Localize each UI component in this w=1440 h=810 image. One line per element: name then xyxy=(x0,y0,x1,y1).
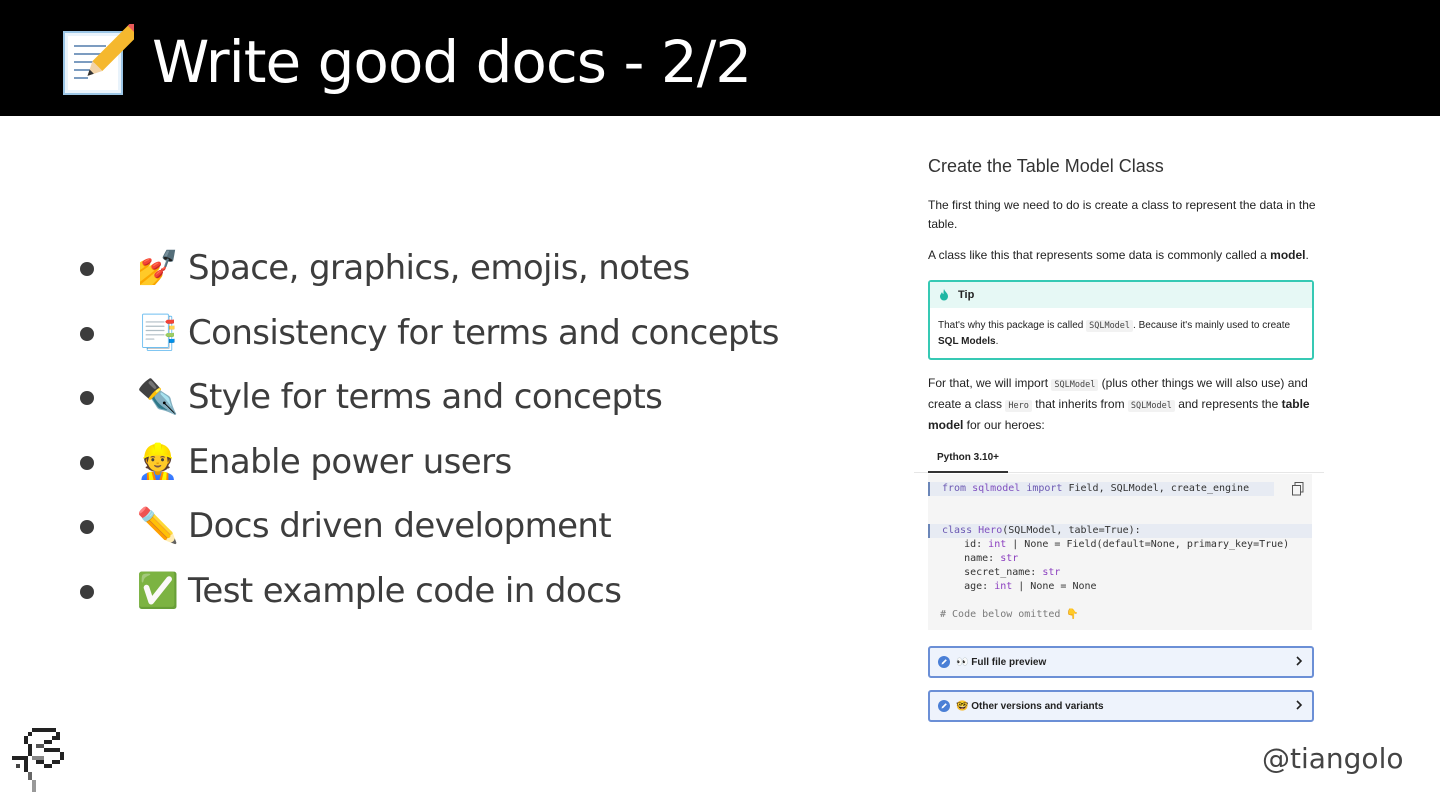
inline-code: SQLModel xyxy=(1051,379,1099,391)
doc-paragraph-3: For that, we will import SQLModel (plus … xyxy=(928,374,1320,435)
bookmark-tabs-icon: 📑 xyxy=(136,312,180,353)
code-text: age: xyxy=(940,581,995,592)
full-file-preview-toggle[interactable]: 👀 Full file preview xyxy=(928,646,1314,678)
code-line: class Hero(SQLModel, table=True): xyxy=(928,524,1312,538)
bold-text: SQL Models xyxy=(938,336,996,347)
doc-heading: Create the Table Model Class xyxy=(928,156,1164,176)
text: For that, we will import xyxy=(928,376,1052,390)
fire-icon xyxy=(940,289,948,301)
code-tabs: Python 3.10+ xyxy=(914,444,1324,473)
full-file-preview-label: 👀 Full file preview xyxy=(956,656,1047,668)
tip-admonition: Tip That's why this package is called SQ… xyxy=(928,280,1314,360)
text: . xyxy=(995,336,999,347)
tip-body: That's why this package is called SQLMod… xyxy=(930,308,1312,359)
inline-code: Hero xyxy=(1005,400,1032,412)
bullet-text: Docs driven development xyxy=(188,506,612,547)
bullet-text: Consistency for terms and concepts xyxy=(188,312,779,353)
bullet-dot xyxy=(80,584,94,599)
code-line: secret_name: str xyxy=(928,566,1312,580)
fountain-pen-icon: ✒️ xyxy=(136,377,180,418)
type-name: str xyxy=(1000,553,1019,564)
code-comment: # Code below omitted 👇 xyxy=(940,609,1079,620)
class-name: Hero xyxy=(978,525,1003,536)
doc-paragraph-2: A class like this that represents some d… xyxy=(928,246,1320,265)
bullet-dot xyxy=(80,391,94,406)
nail-polish-icon: 💅 xyxy=(136,248,180,288)
code-line: id: int | None = Field(default=None, pri… xyxy=(928,538,1312,552)
bullet-dot xyxy=(80,326,94,341)
keyword: from xyxy=(942,483,967,494)
code-text: id: xyxy=(940,539,989,550)
bullet-text: Test example code in docs xyxy=(188,570,622,611)
bullet-dot xyxy=(80,455,94,470)
type-name: int xyxy=(994,581,1013,592)
title-bar: Write good docs - 2/2 xyxy=(0,0,1440,116)
check-mark-icon: ✅ xyxy=(136,570,180,611)
other-versions-toggle[interactable]: 🤓 Other versions and variants xyxy=(928,690,1314,722)
code-text: | None = None xyxy=(1012,581,1097,592)
chevron-right-icon xyxy=(1296,656,1303,666)
text: . Because it's mainly used to create xyxy=(1133,320,1291,331)
other-versions-label: 🤓 Other versions and variants xyxy=(956,700,1104,712)
code-text: secret_name: xyxy=(940,567,1043,578)
code-text: | None = Field(default=None, primary_key… xyxy=(1006,539,1290,550)
code-text: (SQLModel, table=True): xyxy=(1002,525,1141,536)
bold-text: model xyxy=(1270,248,1306,262)
type-name: int xyxy=(988,539,1007,550)
inline-code: SQLModel xyxy=(1127,400,1175,412)
pencil-icon xyxy=(938,656,950,668)
docs-screenshot: Create the Table Model Class The first t… xyxy=(914,150,1324,730)
code-line: from sqlmodel import Field, SQLModel, cr… xyxy=(928,482,1274,496)
chevron-right-icon xyxy=(1296,700,1303,710)
tab-python-3-10[interactable]: Python 3.10+ xyxy=(928,444,1008,473)
copy-icon[interactable] xyxy=(1292,482,1304,496)
memo-pencil-icon xyxy=(63,24,134,95)
bullet-text: Space, graphics, emojis, notes xyxy=(188,248,690,288)
inline-code: SQLModel xyxy=(1086,320,1134,332)
tip-label: Tip xyxy=(958,289,975,301)
code-line: name: str xyxy=(928,552,1312,566)
tip-header: Tip xyxy=(930,282,1312,308)
module-name: sqlmodel xyxy=(972,483,1021,494)
pixel-logo-icon xyxy=(12,728,64,792)
author-handle: @tiangolo xyxy=(1262,742,1404,775)
keyword: class xyxy=(942,525,973,536)
text: . xyxy=(1305,248,1309,262)
code-text: Field, SQLModel, create_engine xyxy=(1062,483,1250,494)
code-text: name: xyxy=(940,553,1001,564)
pencil-icon: ✏️ xyxy=(136,506,180,547)
pencil-icon xyxy=(938,700,950,712)
keyword: import xyxy=(1026,483,1063,494)
code-block: from sqlmodel import Field, SQLModel, cr… xyxy=(928,474,1312,630)
text: for our heroes: xyxy=(963,418,1045,432)
text: That's why this package is called xyxy=(938,320,1087,331)
bullet-text: Enable power users xyxy=(188,441,512,482)
doc-paragraph-1: The first thing we need to do is create … xyxy=(928,198,1316,231)
construction-worker-icon: 👷 xyxy=(136,441,180,482)
type-name: str xyxy=(1042,567,1061,578)
bullet-text: Style for terms and concepts xyxy=(188,377,663,418)
slide-title: Write good docs - 2/2 xyxy=(152,28,752,96)
text: and represents the xyxy=(1174,397,1282,411)
bullet-dot xyxy=(80,262,94,276)
bullet-dot xyxy=(80,520,94,535)
text: that inherits from xyxy=(1031,397,1128,411)
text: A class like this that represents some d… xyxy=(928,248,1271,262)
code-line: age: int | None = None xyxy=(928,580,1312,594)
